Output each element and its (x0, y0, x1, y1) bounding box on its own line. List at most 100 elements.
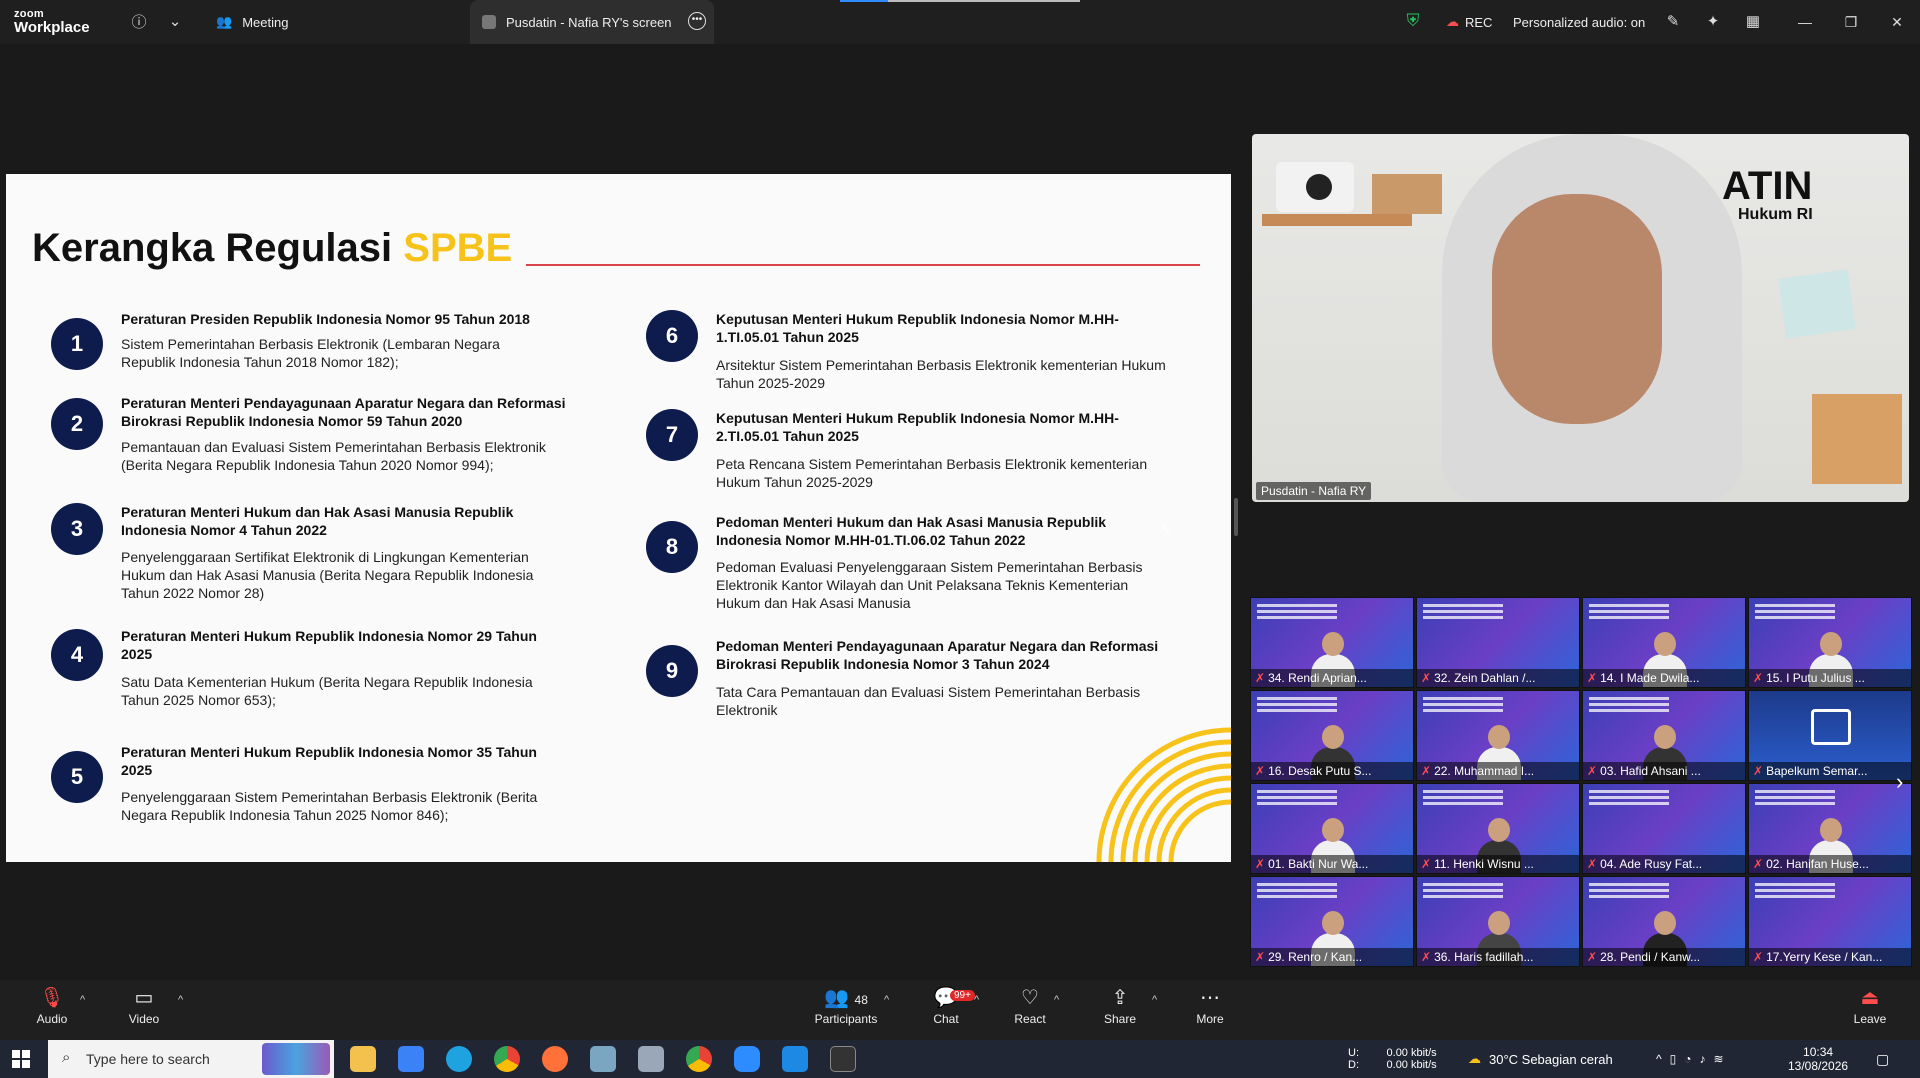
clock[interactable]: 10:34 13/08/2026 (1788, 1040, 1848, 1078)
participant-tile[interactable]: ✗ 02. Hanifan Huse... (1748, 783, 1912, 874)
share-button[interactable]: ⇪ Share (1080, 984, 1160, 1038)
participant-tile[interactable]: ✗ 04. Ade Rusy Fat... (1582, 783, 1746, 874)
capcut-icon[interactable] (830, 1046, 856, 1072)
mic-muted-icon: ✗ (1753, 950, 1764, 964)
leave-button[interactable]: ⏏ Leave (1830, 984, 1910, 1038)
info-icon[interactable]: ⓘ (128, 10, 150, 32)
firefox-icon[interactable] (542, 1046, 568, 1072)
file-explorer-icon[interactable] (350, 1046, 376, 1072)
item-title: Peraturan Menteri Hukum Republik Indones… (121, 628, 537, 662)
participant-tile[interactable]: ✗ 16. Desak Putu S... (1250, 690, 1414, 781)
item-number: 4 (51, 629, 103, 681)
participant-name: ✗ 36. Haris fadillah... (1417, 948, 1579, 966)
participant-tile[interactable]: ✗ 11. Henki Wisnu ... (1416, 783, 1580, 874)
battery-icon: ▯ (1669, 1052, 1685, 1066)
participant-tile[interactable]: ✗ 34. Rendi Aprian... (1250, 597, 1414, 688)
participants-button[interactable]: 👥 48 Participants (796, 984, 896, 1038)
speaker-name-tag: Pusdatin - Nafia RY (1256, 482, 1372, 500)
participants-options-caret[interactable]: ^ (884, 994, 889, 1006)
video-options-caret[interactable]: ^ (178, 994, 183, 1006)
chat-badge: 99+ (950, 990, 975, 1001)
react-button[interactable]: ♡ React (990, 984, 1070, 1038)
bapelkum-logo (1811, 709, 1851, 745)
participant-tile[interactable]: ✗ 14. I Made Dwila... (1582, 597, 1746, 688)
item-number: 2 (51, 398, 103, 450)
chrome-icon[interactable] (494, 1046, 520, 1072)
item-number: 9 (646, 645, 698, 697)
item-title: Keputusan Menteri Hukum Republik Indones… (716, 410, 1119, 444)
participant-name: ✗ 34. Rendi Aprian... (1251, 669, 1413, 687)
participant-tile[interactable]: ✗ 15. I Putu Julius ... (1748, 597, 1912, 688)
mic-muted-icon: ✗ (1753, 857, 1764, 871)
app-icon[interactable] (638, 1046, 664, 1072)
react-options-caret[interactable]: ^ (1054, 994, 1059, 1006)
video-button[interactable]: ▭ Video (104, 984, 184, 1038)
item-desc: Pedoman Evaluasi Penyelenggaraan Sistem … (716, 559, 1143, 611)
tab-meeting[interactable]: 👥 Meeting (216, 0, 288, 44)
personalized-audio-status[interactable]: Personalized audio: on (1513, 0, 1645, 44)
layout-icon[interactable]: ▦ (1742, 10, 1764, 32)
video-camera-icon: ▭ (134, 987, 154, 1009)
share-screen-icon: ⇪ (1111, 987, 1129, 1009)
ai-sparkle-icon[interactable]: ✦ (1702, 10, 1724, 32)
speaker-face (1492, 194, 1662, 424)
audio-button[interactable]: 🎙 Audio (12, 984, 92, 1038)
chat-options-caret[interactable]: ^ (974, 994, 979, 1006)
participant-tile[interactable]: ✗ 22. Muhammad I... (1416, 690, 1580, 781)
app-icon[interactable] (590, 1046, 616, 1072)
audio-status-label: Personalized audio: on (1513, 14, 1646, 30)
edge-icon[interactable] (446, 1046, 472, 1072)
close-button[interactable]: ✕ (1874, 0, 1920, 44)
participant-name: ✗ 17.Yerry Kese / Kan... (1749, 948, 1911, 966)
participant-tile[interactable]: ✗ 36. Haris fadillah... (1416, 876, 1580, 967)
app-icon[interactable] (782, 1046, 808, 1072)
item-desc: Penyelenggaraan Sistem Pemerintahan Berb… (121, 789, 538, 823)
shield-check-icon[interactable]: ⛨ (1402, 10, 1424, 32)
restore-button[interactable]: ❐ (1828, 0, 1874, 44)
item-number: 7 (646, 409, 698, 461)
audio-options-caret[interactable]: ^ (80, 994, 85, 1006)
annotate-icon[interactable]: ✎ (1662, 10, 1684, 32)
windows-start-icon[interactable] (12, 1050, 30, 1068)
participant-name: ✗ 16. Desak Putu S... (1251, 762, 1413, 780)
item-desc: Satu Data Kementerian Hukum (Berita Nega… (121, 674, 533, 708)
weather-widget[interactable]: ☁ 30°C Sebagian cerah (1468, 1040, 1613, 1078)
minimize-button[interactable]: — (1782, 0, 1828, 44)
participants-count: 48 (854, 993, 868, 1007)
participant-tile[interactable]: ✗ 32. Zein Dahlan /... (1416, 597, 1580, 688)
participant-name: ✗ 01. Bakti Nur Wa... (1251, 855, 1413, 873)
participant-name: ✗ 04. Ade Rusy Fat... (1583, 855, 1745, 873)
camera-decor (1276, 162, 1354, 212)
participant-name: ✗ 14. I Made Dwila... (1583, 669, 1745, 687)
system-tray-icons[interactable]: ^ ▯ ◔ ♪ ≋ (1656, 1040, 1732, 1078)
chat-button[interactable]: 💬 99+ Chat (906, 984, 986, 1038)
next-page-icon[interactable]: › (1896, 769, 1903, 795)
participant-tile[interactable]: ✗ 01. Bakti Nur Wa... (1250, 783, 1414, 874)
item-desc: Pemantauan dan Evaluasi Sistem Pemerinta… (121, 439, 546, 473)
chrome-icon[interactable] (686, 1046, 712, 1072)
resize-handle[interactable] (1234, 498, 1238, 536)
chevron-down-icon[interactable]: ⌄ (164, 10, 186, 32)
recording-status[interactable]: ☁ REC (1446, 0, 1492, 44)
participant-tile[interactable]: ✗ 28. Pendi / Kanw... (1582, 876, 1746, 967)
participant-tile[interactable]: ✗ 17.Yerry Kese / Kan... (1748, 876, 1912, 967)
more-options-icon[interactable]: ••• (688, 12, 706, 30)
participant-name: ✗ 28. Pendi / Kanw... (1583, 948, 1745, 966)
taskbar-search[interactable]: ⌕ Type here to search (48, 1040, 334, 1078)
participant-tile[interactable]: ✗ 03. Hafid Ahsani ... (1582, 690, 1746, 781)
mic-muted-icon: ✗ (1421, 857, 1432, 871)
mic-muted-icon: ✗ (1421, 950, 1432, 964)
share-options-caret[interactable]: ^ (1152, 994, 1157, 1006)
shared-slide: Kerangka Regulasi SPBE 1 Peraturan Presi… (6, 174, 1231, 862)
meeting-toolbar: 🎙 Audio ^ ▭ Video ^ 👥 48 Participants ^ … (0, 980, 1920, 1040)
participant-name: ✗ 11. Henki Wisnu ... (1417, 855, 1579, 873)
notification-icon[interactable]: ▢ (1876, 1040, 1889, 1078)
tab-shared-screen[interactable]: Pusdatin - Nafia RY's screen ••• (470, 0, 714, 44)
tab-screen-label: Pusdatin - Nafia RY's screen (506, 14, 672, 30)
more-button[interactable]: ⋯ More (1170, 984, 1250, 1038)
zoom-icon[interactable] (734, 1046, 760, 1072)
store-icon[interactable] (398, 1046, 424, 1072)
participant-tile[interactable]: ✗ Bapelkum Semar... (1748, 690, 1912, 781)
participant-tile[interactable]: ✗ 29. Renro / Kan... (1250, 876, 1414, 967)
speaker-video[interactable]: ATIN Hukum RI Pusdatin - Nafia RY (1252, 134, 1909, 502)
